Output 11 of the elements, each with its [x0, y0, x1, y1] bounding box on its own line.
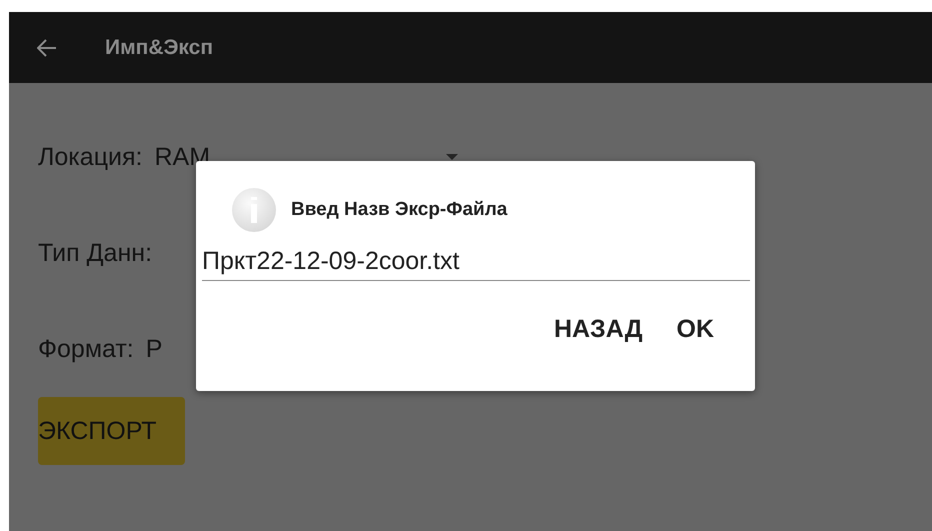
dialog-button[interactable]: OK — [670, 311, 720, 348]
screen-title: Имп&Эксп — [105, 36, 214, 60]
dialog-button[interactable]: НАЗАД — [548, 311, 648, 348]
dialog-title: Введ Назв Экср-Файла — [291, 199, 508, 221]
field-label: Локация: — [38, 142, 142, 172]
info-icon — [231, 187, 277, 233]
field-label: Формат: — [38, 334, 134, 364]
field-value: Р — [146, 334, 162, 364]
file-name-field[interactable]: Пркт22-12-09-2coor.txt — [202, 241, 750, 281]
back-arrow-icon[interactable] — [37, 38, 57, 56]
field-label: Тип Данн: — [38, 238, 152, 268]
